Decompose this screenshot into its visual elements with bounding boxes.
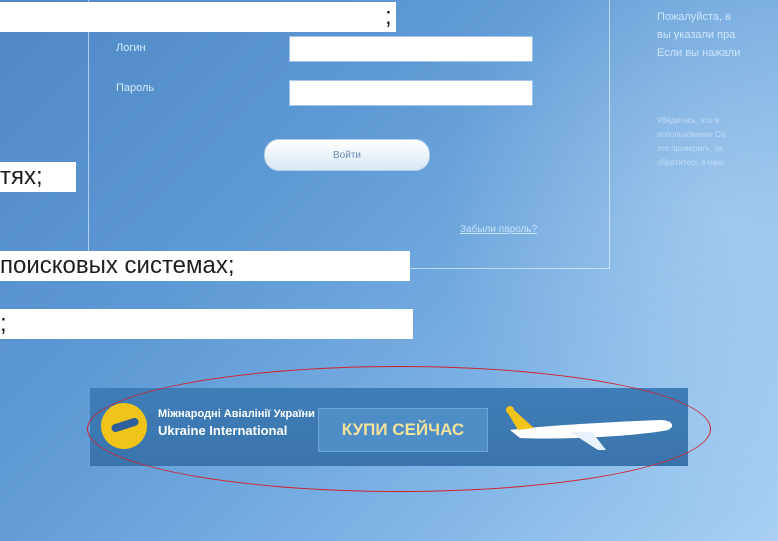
info-line: Пожалуйста, в [657,11,731,23]
info-small-line: это проверить, за [657,144,723,153]
slide-bullet: ; [0,309,413,339]
info-text: Пожалуйста, в вы указали пра Если вы наж… [657,8,740,62]
slide-bullet: тях; [0,162,76,192]
info-line: Если вы нажали [657,47,741,59]
info-small-text: Убедитесь, что в использовании Ca это пр… [657,114,725,170]
info-small-line: Убедитесь, что в [657,116,720,125]
slide-bullet: поисковых системах; [0,251,410,281]
slide-bullet: ; [0,2,396,32]
info-line: вы указали пра [657,29,736,41]
info-small-line: использовании Ca [657,130,726,139]
highlight-ellipse [87,366,711,492]
info-small-line: обратитесь в наш [657,158,724,167]
